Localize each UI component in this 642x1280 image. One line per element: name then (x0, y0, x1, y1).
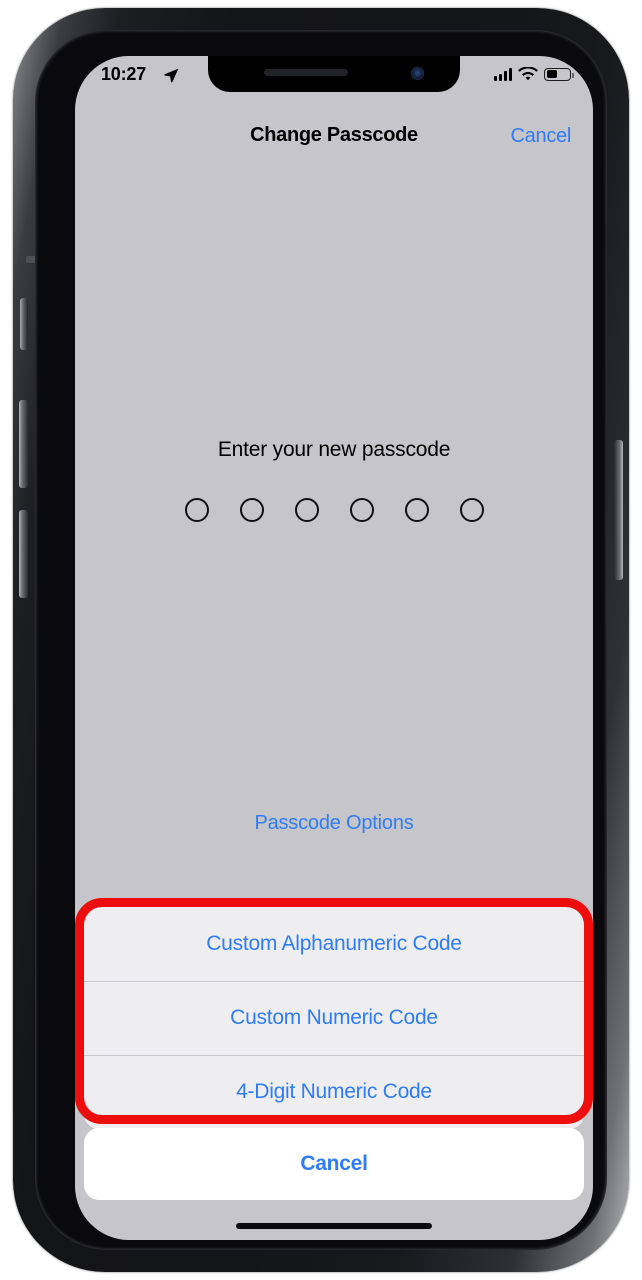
device-frame: 10:27 Change Passcode Cancel Enter your … (13, 8, 629, 1272)
passcode-dot (349, 498, 374, 522)
sheet-option-custom-alphanumeric-code[interactable]: Custom Alphanumeric Code (84, 907, 584, 981)
passcode-dot (184, 498, 209, 522)
cellular-bars-icon (494, 67, 512, 81)
status-time: 10:27 (101, 64, 147, 84)
passcode-options-link[interactable]: Passcode Options (75, 812, 593, 835)
power-button[interactable] (614, 440, 623, 580)
passcode-dot (404, 498, 429, 522)
passcode-prompt-label: Enter your new passcode (217, 438, 451, 461)
phone-screen: 10:27 Change Passcode Cancel Enter your … (75, 56, 593, 1240)
volume-up-button[interactable] (19, 400, 28, 488)
location-arrow-icon (163, 67, 180, 89)
nav-cancel-button[interactable]: Cancel (511, 125, 572, 148)
front-camera-icon (411, 67, 424, 80)
passcode-dot (459, 498, 484, 522)
volume-down-button[interactable] (19, 510, 28, 598)
sheet-option-4-digit-numeric-code[interactable]: 4-Digit Numeric Code (84, 1055, 584, 1129)
earpiece-speaker-icon (264, 69, 348, 76)
battery-icon (544, 67, 574, 81)
action-sheet-options: Custom Alphanumeric Code Custom Numeric … (84, 907, 584, 1129)
passcode-dot (294, 498, 319, 522)
sheet-option-custom-numeric-code[interactable]: Custom Numeric Code (84, 981, 584, 1055)
silent-switch[interactable] (20, 298, 28, 350)
navigation-bar: Change Passcode Cancel (75, 114, 593, 154)
status-indicators (494, 66, 574, 81)
action-sheet-cancel-button[interactable]: Cancel (84, 1128, 584, 1200)
notch (208, 56, 460, 92)
wifi-icon (518, 66, 538, 81)
passcode-dot (239, 498, 264, 522)
passcode-dots (75, 498, 593, 522)
battery-fill (546, 70, 557, 78)
home-indicator[interactable] (236, 1223, 432, 1229)
